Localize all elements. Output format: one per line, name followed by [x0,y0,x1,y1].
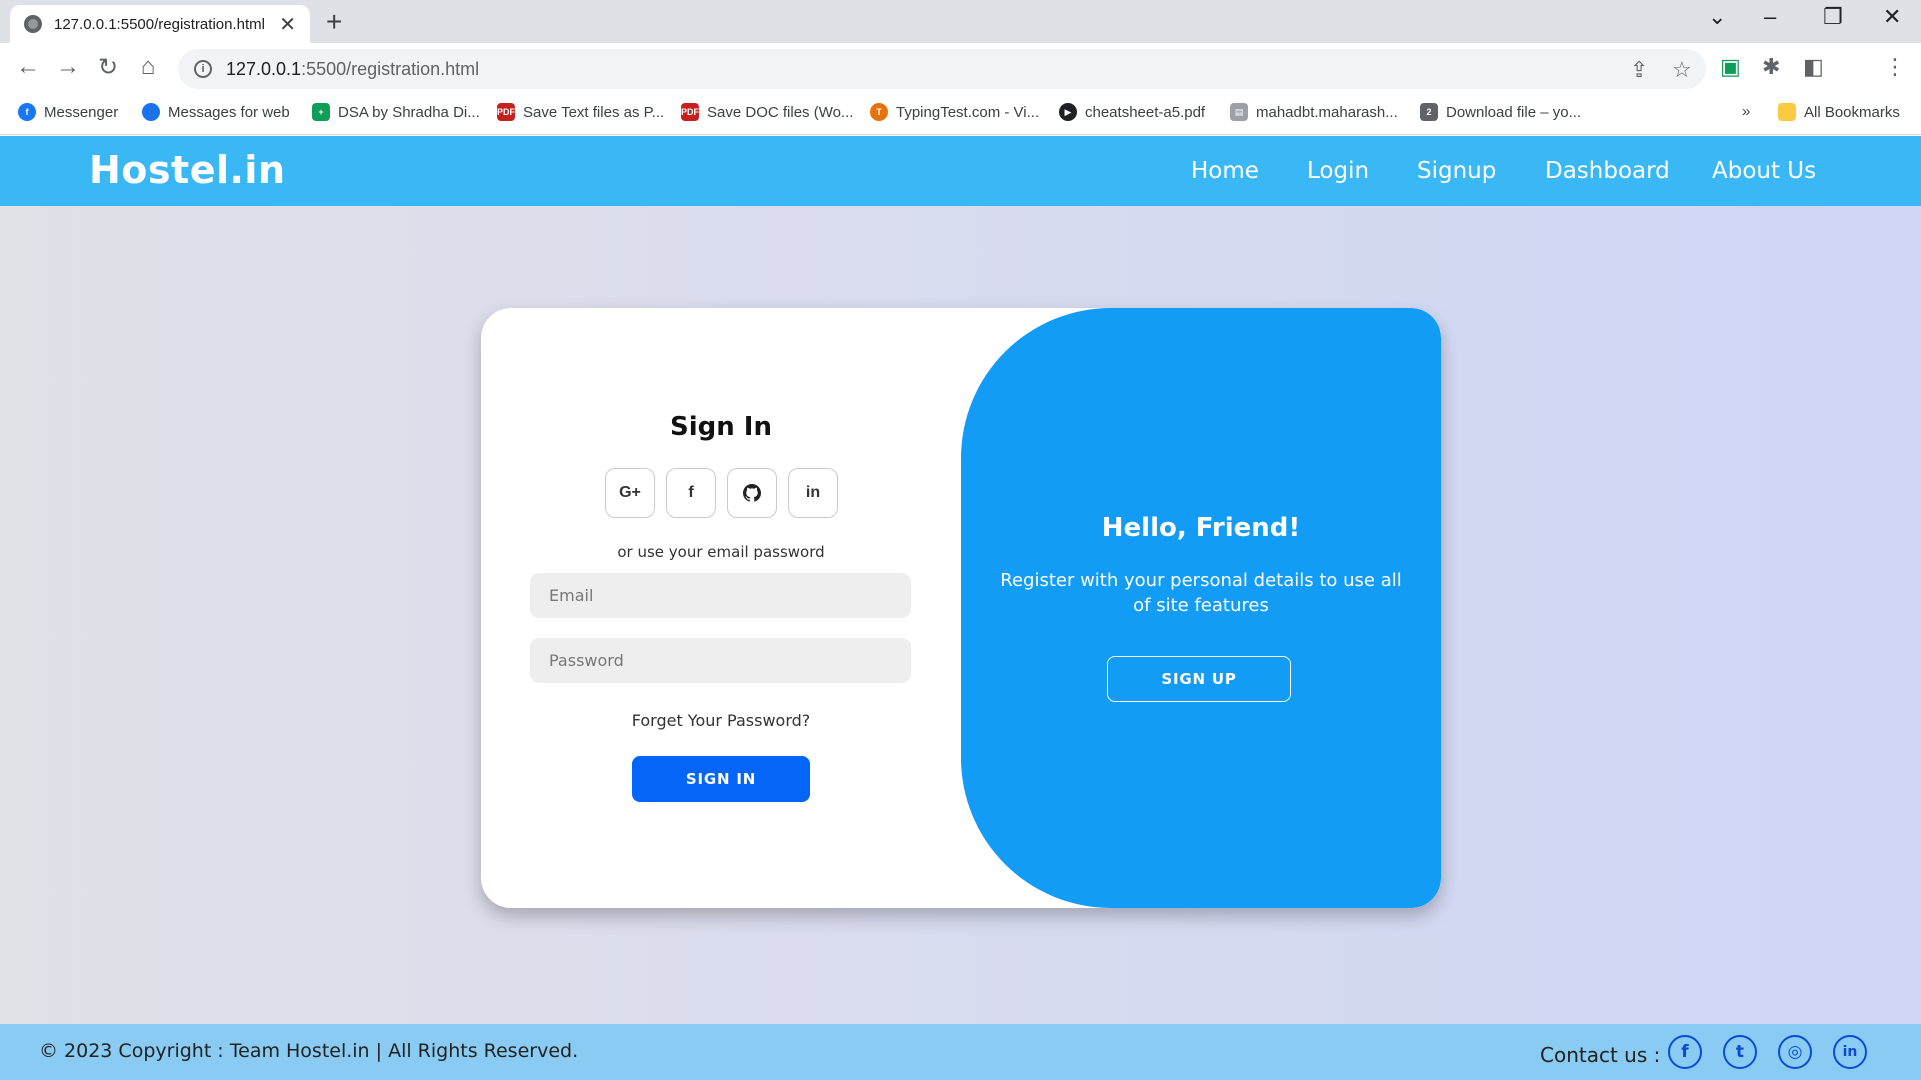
extension-icon[interactable]: ▣ [1720,54,1741,80]
bookmark-item[interactable]: ▶ cheatsheet-a5.pdf [1059,103,1205,121]
pdf-icon: PDF [681,103,699,121]
panel-heading: Hello, Friend! [1101,513,1301,543]
address-bar[interactable]: i 127.0.0.1:5500/registration.html ⇪ ☆ [178,49,1706,89]
sheets-icon: + [312,103,330,121]
bookmark-item[interactable]: f Messenger [18,103,118,121]
browser-toolbar: ← → ↻ ⌂ i 127.0.0.1:5500/registration.ht… [0,43,1921,95]
instagram-icon[interactable]: ◎ [1778,1035,1812,1069]
bookmark-item[interactable]: T TypingTest.com - Vi... [870,103,1039,121]
password-field[interactable] [530,638,911,683]
puzzle-icon[interactable]: ✱ [1762,54,1780,80]
side-panel-icon[interactable]: ◧ [1803,54,1824,80]
nav-login[interactable]: Login [1307,158,1369,184]
share-icon[interactable]: ⇪ [1630,57,1648,83]
cheatsheet-icon: ▶ [1059,103,1077,121]
linkedin-login-button[interactable]: in [788,468,838,518]
alt-login-text: or use your email password [617,543,825,561]
bookmark-item[interactable]: Messages for web [142,103,290,121]
reload-icon[interactable]: ↻ [92,53,124,82]
messages-icon [142,103,160,121]
tab-title: 127.0.0.1:5500/registration.html [54,15,265,33]
download-icon: 2 [1420,103,1438,121]
auth-card: Sign In G+ f in or use your email passwo… [481,308,1441,908]
browser-tab[interactable]: 127.0.0.1:5500/registration.html ✕ [10,5,310,43]
bookmark-item[interactable]: ▤ mahadbt.maharash... [1230,103,1398,121]
twitter-icon[interactable]: t [1723,1035,1757,1069]
signin-title: Sign In [670,412,772,442]
new-tab-button[interactable]: + [326,6,342,38]
typingtest-icon: T [870,103,888,121]
bookmark-item[interactable]: 2 Download file – yo... [1420,103,1581,121]
register-panel: Hello, Friend! Register with your person… [961,308,1441,908]
facebook-icon[interactable]: f [1668,1035,1702,1069]
bookmark-star-icon[interactable]: ☆ [1672,57,1692,83]
nav-home[interactable]: Home [1191,158,1259,184]
google-login-button[interactable]: G+ [605,468,655,518]
forward-icon[interactable]: → [52,53,84,81]
url-text: 127.0.0.1:5500/registration.html [226,58,480,79]
forgot-password-link[interactable]: Forget Your Password? [481,711,961,730]
linkedin-icon[interactable]: in [1833,1035,1867,1069]
home-icon[interactable]: ⌂ [132,53,164,81]
bookmarks-overflow-button[interactable]: » [1742,103,1750,120]
bookmark-item[interactable]: + DSA by Shradha Di... [312,103,480,121]
copyright-text: © 2023 Copyright : Team Hostel.in | All … [39,1040,579,1062]
site-footer: © 2023 Copyright : Team Hostel.in | All … [0,1024,1921,1080]
nav-dashboard[interactable]: Dashboard [1545,158,1670,184]
close-tab-icon[interactable]: ✕ [279,12,296,37]
back-icon[interactable]: ← [12,53,44,81]
site-header: Hostel.in Home Login Signup Dashboard Ab… [0,136,1921,206]
signup-button[interactable]: SIGN UP [1107,656,1291,702]
globe-icon [24,15,42,33]
contact-label: Contact us : [1540,1043,1661,1067]
pdf-icon: PDF [497,103,515,121]
tab-search-icon[interactable]: ⌄ [1708,4,1726,30]
close-window-icon[interactable]: ✕ [1883,4,1901,30]
all-bookmarks-item[interactable]: All Bookmarks [1778,103,1900,121]
minimize-icon[interactable]: – [1764,4,1776,30]
browser-tab-strip: 127.0.0.1:5500/registration.html ✕ + ⌄ –… [0,0,1921,43]
folder-icon [1778,103,1796,121]
github-icon [743,484,761,502]
site-logo[interactable]: Hostel.in [89,148,286,192]
menu-icon[interactable]: ⋮ [1884,54,1906,80]
bookmarks-bar: f Messenger Messages for web + DSA by Shra… [0,95,1921,135]
restore-icon[interactable]: ❐ [1823,4,1843,30]
facebook-login-button[interactable]: f [666,468,716,518]
nav-signup[interactable]: Signup [1417,158,1496,184]
bookmark-item[interactable]: PDF Save DOC files (Wo... [681,103,853,121]
nav-about-us[interactable]: About Us [1712,158,1816,184]
panel-text: Register with your personal details to u… [1000,570,1402,616]
document-icon: ▤ [1230,103,1248,121]
messenger-icon: f [18,103,36,121]
signin-button[interactable]: SIGN IN [632,756,810,802]
email-field[interactable] [530,573,911,618]
github-login-button[interactable] [727,468,777,518]
site-info-icon[interactable]: i [194,60,212,78]
bookmark-item[interactable]: PDF Save Text files as P... [497,103,664,121]
